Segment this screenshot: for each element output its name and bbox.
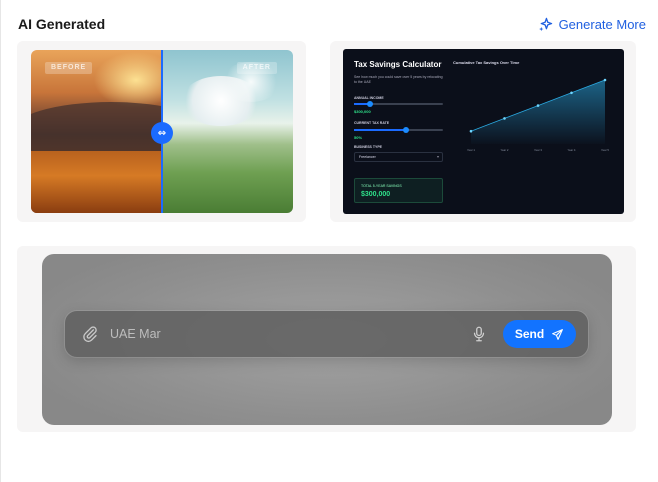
chart-point bbox=[503, 117, 506, 120]
annual-income-slider bbox=[354, 101, 443, 107]
chart-point bbox=[603, 78, 607, 82]
calculator-subtitle: See how much you could save over 5 years… bbox=[354, 75, 443, 84]
chat-input[interactable] bbox=[110, 324, 450, 344]
section-title: AI Generated bbox=[18, 16, 106, 32]
ai-generated-card-calculator[interactable]: Tax Savings Calculator See how much you … bbox=[330, 41, 636, 222]
business-type-select: Freelancer bbox=[354, 152, 443, 162]
tax-calculator-preview: Tax Savings Calculator See how much you … bbox=[343, 49, 624, 214]
chart-title: Cumulative Tax Savings Over Time bbox=[453, 60, 520, 65]
after-tag: AFTER bbox=[236, 62, 277, 74]
sparkle-icon bbox=[538, 17, 552, 31]
ai-generated-card-before-after[interactable]: BEFORE AFTER ⇔ bbox=[17, 41, 306, 222]
generate-more-link[interactable]: Generate More bbox=[538, 17, 646, 32]
before-tag: BEFORE bbox=[45, 62, 93, 74]
chart-x-tick-label: Year 1 bbox=[467, 148, 475, 152]
chart-area bbox=[471, 80, 605, 144]
send-icon bbox=[552, 328, 564, 340]
composer-preview-background: Send bbox=[42, 254, 612, 425]
savings-chart: Year 1 Year 2 Year 3 Year 4 Year 5 bbox=[467, 78, 609, 152]
calculator-title: Tax Savings Calculator bbox=[354, 60, 442, 69]
chart-point bbox=[469, 129, 473, 133]
section-header: AI Generated Generate More bbox=[18, 14, 646, 34]
total-savings-value: $300,000 bbox=[361, 191, 391, 198]
annual-income-label: ANNUAL INCOME bbox=[354, 96, 384, 100]
chart-x-tick-label: Year 4 bbox=[568, 148, 576, 152]
chart-x-tick-label: Year 3 bbox=[534, 148, 542, 152]
drag-handle-icon[interactable]: ⇔ bbox=[151, 122, 173, 144]
before-after-image[interactable]: BEFORE AFTER ⇔ bbox=[31, 50, 293, 213]
send-button[interactable]: Send bbox=[503, 320, 576, 348]
paperclip-icon[interactable] bbox=[81, 325, 99, 343]
left-divider bbox=[0, 0, 1, 482]
generate-more-label: Generate More bbox=[558, 16, 646, 32]
send-label: Send bbox=[514, 327, 545, 341]
microphone-icon[interactable] bbox=[470, 325, 488, 343]
chart-point bbox=[570, 91, 573, 95]
total-savings-box: TOTAL 5-YEAR SAVINGS $300,000 bbox=[354, 178, 443, 203]
chart-x-tick-label: Year 2 bbox=[501, 148, 509, 152]
total-savings-label: TOTAL 5-YEAR SAVINGS bbox=[361, 184, 402, 188]
after-image bbox=[161, 50, 293, 213]
tax-rate-label: CURRENT TAX RATE bbox=[354, 121, 390, 125]
chat-composer: Send bbox=[65, 311, 588, 357]
chart-point bbox=[536, 104, 540, 107]
before-image bbox=[31, 50, 211, 213]
annual-income-value: $300,000 bbox=[354, 109, 371, 114]
business-type-label: BUSINESS TYPE bbox=[354, 145, 383, 149]
tax-rate-slider bbox=[354, 127, 443, 133]
tax-rate-value: 50% bbox=[354, 135, 363, 140]
ai-generated-card-composer[interactable]: Send bbox=[17, 246, 636, 432]
chart-x-tick-label: Year 5 bbox=[601, 148, 609, 152]
